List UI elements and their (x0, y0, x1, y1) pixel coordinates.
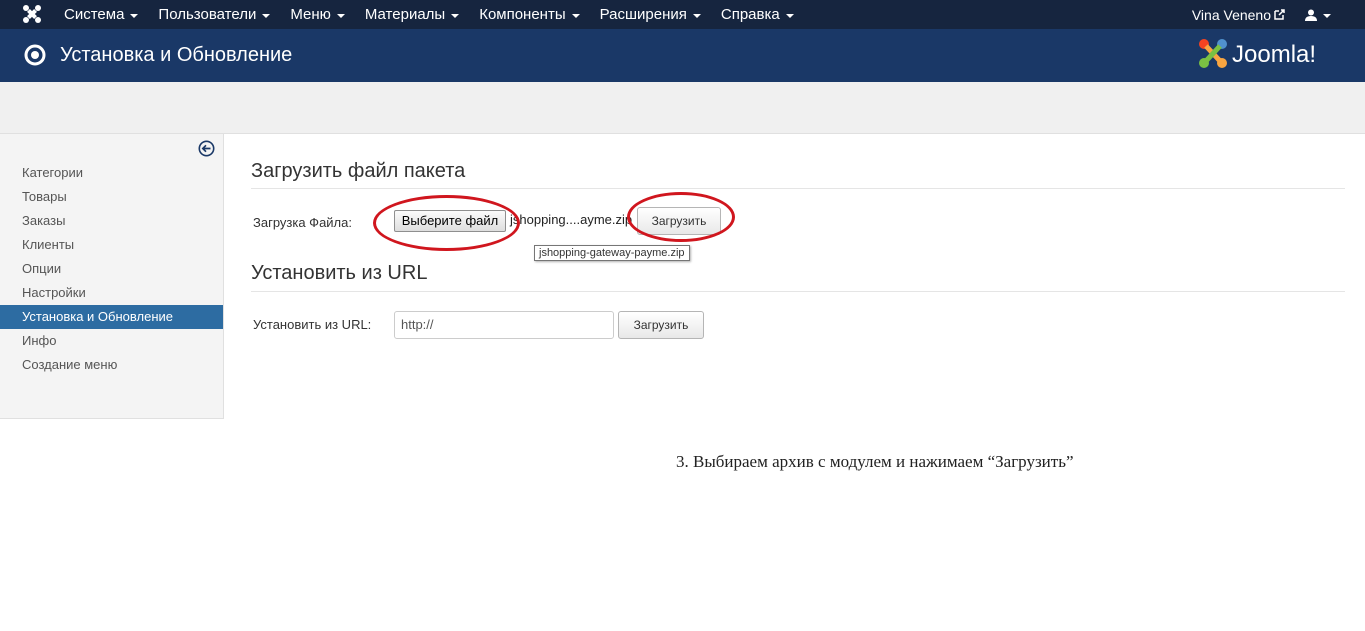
main-menu: Система Пользователи Меню Материалы Комп… (64, 0, 814, 29)
caret-down-icon (451, 13, 460, 18)
sidebar-item-orders[interactable]: Заказы (0, 209, 223, 233)
menu-system[interactable]: Система (64, 6, 139, 23)
menu-content[interactable]: Материалы (365, 6, 460, 23)
url-section-title: Установить из URL (251, 262, 428, 284)
caret-down-icon (692, 13, 701, 18)
menu-menus[interactable]: Меню (290, 6, 345, 23)
menu-components[interactable]: Компоненты (479, 6, 580, 23)
sidebar-item-clients[interactable]: Клиенты (0, 233, 223, 257)
target-icon (24, 44, 46, 66)
annotation-ring (627, 192, 735, 242)
sidebar-item-create-menu[interactable]: Создание меню (0, 353, 223, 377)
instruction-caption: 3. Выбираем архив с модулем и нажимаем “… (676, 452, 1074, 471)
caret-down-icon (571, 13, 580, 18)
menu-users[interactable]: Пользователи (158, 6, 271, 23)
sidebar: Категории Товары Заказы Клиенты Опции На… (0, 134, 224, 419)
top-navbar: Система Пользователи Меню Материалы Комп… (0, 0, 1365, 29)
caret-down-icon (130, 13, 139, 18)
user-icon (1305, 9, 1317, 21)
sidebar-item-info[interactable]: Инфо (0, 329, 223, 353)
upload-section-title: Загрузить файл пакета (251, 160, 466, 182)
caret-down-icon (262, 13, 271, 18)
selected-file-name: jshopping....ayme.zip (510, 212, 633, 227)
file-name-tooltip: jshopping-gateway-payme.zip (534, 245, 690, 261)
topnav-right: Vina Veneno (1192, 0, 1365, 29)
caret-down-icon (1323, 13, 1331, 18)
site-link[interactable]: Vina Veneno (1192, 7, 1285, 23)
joomla-brand-text: Joomla! (1232, 41, 1316, 68)
external-link-icon (1274, 9, 1285, 20)
caret-down-icon (336, 13, 345, 18)
section-divider (251, 188, 1345, 189)
sidebar-item-products[interactable]: Товары (0, 185, 223, 209)
install-url-input[interactable]: http:// (394, 311, 614, 339)
annotation-ring (373, 195, 520, 251)
sidebar-item-categories[interactable]: Категории (0, 161, 223, 185)
sidebar-item-settings[interactable]: Настройки (0, 281, 223, 305)
sidebar-item-options[interactable]: Опции (0, 257, 223, 281)
collapse-sidebar-icon[interactable] (198, 140, 215, 157)
page-header: Установка и Обновление Joomla! (0, 29, 1365, 82)
toolbar (0, 82, 1365, 134)
install-url-label: Установить из URL: (253, 317, 372, 332)
user-menu[interactable] (1305, 9, 1331, 21)
install-url-button[interactable]: Загрузить (618, 311, 704, 339)
menu-extensions[interactable]: Расширения (600, 6, 701, 23)
sidebar-menu: Категории Товары Заказы Клиенты Опции На… (0, 161, 223, 377)
menu-help[interactable]: Справка (721, 6, 794, 23)
sidebar-item-install-update[interactable]: Установка и Обновление (0, 305, 223, 329)
joomla-logo-icon[interactable] (18, 3, 46, 25)
caret-down-icon (785, 13, 794, 18)
file-upload-label: Загрузка Файла: (253, 215, 352, 230)
joomla-brand-logo: Joomla! (1199, 39, 1316, 68)
section-divider (251, 291, 1345, 292)
page-title: Установка и Обновление (60, 44, 293, 66)
